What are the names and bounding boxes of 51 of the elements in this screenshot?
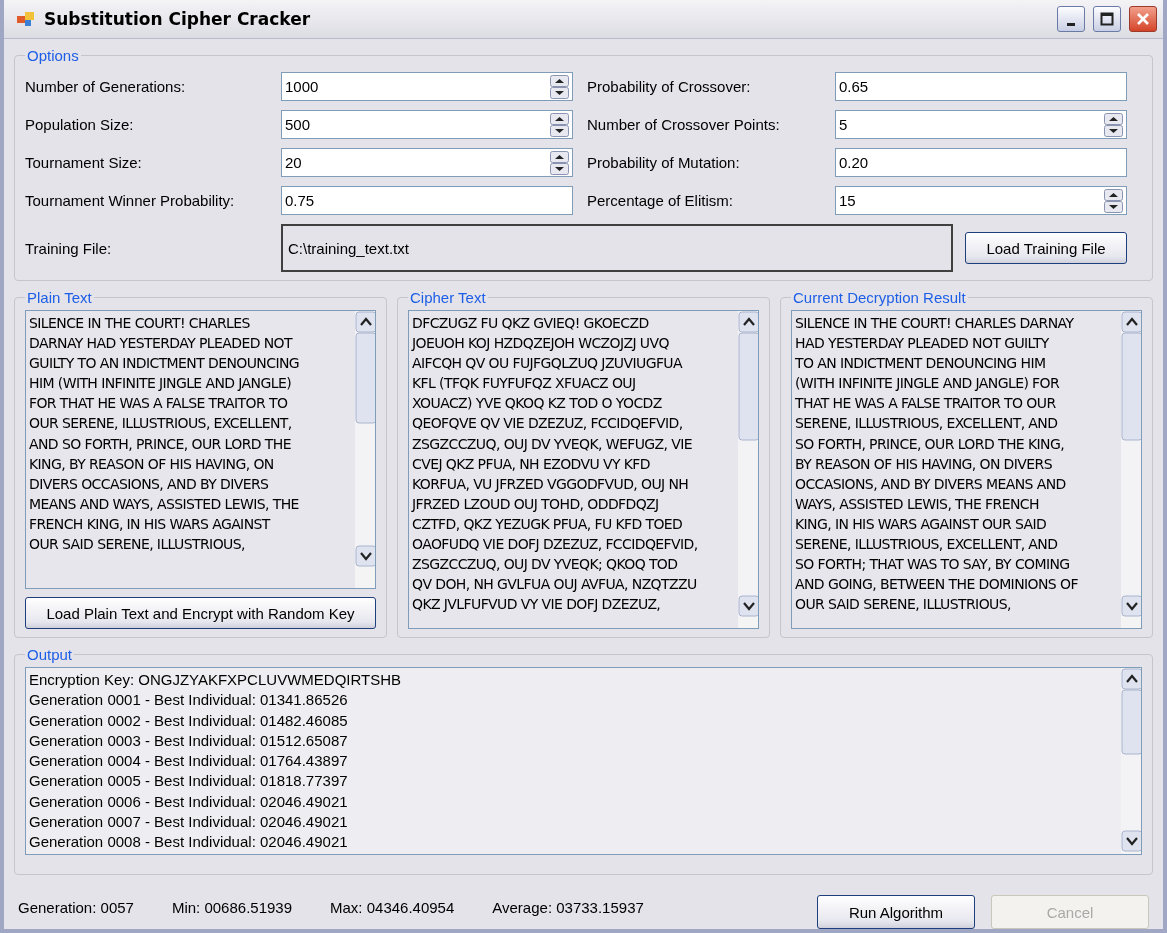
field-label: Probability of Mutation: <box>586 154 741 171</box>
close-button[interactable] <box>1129 6 1157 32</box>
spin-buttons-icon[interactable] <box>550 74 569 99</box>
field-label: Percentage of Elitism: <box>586 192 734 209</box>
spin-buttons-icon[interactable] <box>550 112 569 137</box>
status-text: Max: 04346.40954 <box>330 898 455 916</box>
maximize-button[interactable] <box>1093 6 1121 32</box>
text-content: SILENCE IN THE COURT! CHARLES DARNAY HAD YESTERDAY PLEADED NOT GUILTY TO AN INDICTMENT DENOUNCING HIM (WITH INFINITE JINGLE AND JANGLE) FOR THAT HE WAS A FALSE TRAITOR TO OUR SERENE, ILLUSTRIOUS, EXCELLENT, AND SO FORTH, PRINCE, OUR LORD THE KING, BY REASON OF HIS HAVING, ON DIVERS OCCASIONS, AND BY DIVERS MEANS AND WAYS, ASSISTED LEWIS, THE FRENCH KING, IN HIS WARS AGAINST OUR SAID SERENE, ILLUSTRIOUS, EXCELLENT, AND SO FORTH; THAT WAS TO SAY, BY COMING AND GOING, BETWEEN THE DOMINIONS OF OUR SAID SERENE, ILLUSTRIOUS, <box>794 314 1079 615</box>
group-title: Plain Text <box>26 289 93 306</box>
text-content: DFCZUGZ FU QKZ GVIEQ! GKOECZD JOEUOH KOJ HZDQZEJOH WCZOJZJ UVQ AIFCQH QV OU FUJFGQLZUQ JZUVIUGFUA KFL (TFQK FUYFUFQZ XFUACZ OUJ XOUACZ) YVE QKOQ KZ TOD O YOCDZ QEOFQVE QV VIE DZEZUZ, FCCIDQEFVID, ZSGZCCZUQ, OUJ DV YVEQK, WEFUGZ, VIE CVEJ QKZ PFUA, NH EZODVU VY KFD KORFUA, VU JFRZED VGGODFVUD, OUJ NH JFRZED LZOUD OUJ TOHD, ODDFDQZJ CZTFD, QKZ YEZUGK PFUA, FU KFD TOED OAOFUDQ VIE DOFJ DZEZUZ, FCCIDQEFVID, ZSGZCCZUQ, OUJ DV YVEQK; QKOQ TOD QV DOH, NH GVLFUA OUJ AVFUA, NZQTZZU QKZ JVLFUFVUD VY VIE DOFJ DZEZUZ, <box>410 314 699 615</box>
minimize-button[interactable] <box>1057 6 1085 32</box>
scrollbar[interactable] <box>355 311 375 567</box>
number-spinner-field[interactable]: 20 <box>281 148 573 177</box>
field-label: Population Size: <box>25 116 135 133</box>
field-label: Number of Generations: <box>25 78 187 95</box>
spin-buttons-icon[interactable] <box>1104 112 1123 137</box>
group-title: Cipher Text <box>409 289 487 306</box>
status-text: Generation: 0057 <box>18 898 134 916</box>
load-plain-text-button[interactable]: Load Plain Text and Encrypt with Random Key <box>25 597 376 629</box>
app-icon <box>16 10 36 28</box>
status-text: Min: 00686.51939 <box>171 898 293 916</box>
maximize-icon <box>1100 12 1114 26</box>
text-content: SILENCE IN THE COURT! CHARLES DARNAY HAD YESTERDAY PLEADED NOT GUILTY TO AN INDICTMENT DENOUNCING HIM (WITH INFINITE JINGLE AND JANGLE) FOR THAT HE WAS A FALSE TRAITOR TO OUR SERENE, ILLUSTRIOUS, EXCELLENT, AND SO FORTH, PRINCE, OUR LORD THE KING, BY REASON OF HIS HAVING, ON DIVERS OCCASIONS, AND BY DIVERS MEANS AND WAYS, ASSISTED LEWIS, THE FRENCH KING, IN HIS WARS AGAINST OUR SAID SERENE, ILLUSTRIOUS, <box>28 314 301 555</box>
number-spinner-field[interactable]: 5 <box>835 110 1127 139</box>
field-label: Number of Crossover Points: <box>586 116 781 133</box>
input-field[interactable]: 0.20 <box>835 148 1127 177</box>
scrollbar[interactable] <box>738 311 758 617</box>
log-text: Encryption Key: ONGJZYAKFXPCLUVWMEDQIRTSHB Generation 0001 - Best Individual: 01341.86526 Generation 0002 - Best Individual: 01482.46085 Generation 0003 - Best Individual: 01512.65087 Generation 0004 - Best Individual: 01764.43897 Generation 0005 - Best Individual: 01818.77397 Generation 0006 - Best Individual: 02046.49021 Generation 0007 - Best Individual: 02046.49021 Generation 0008 - Best Individual: 02046.49021 <box>28 670 403 853</box>
input-field[interactable]: 0.75 <box>281 186 573 215</box>
status-text: Average: 03733.15937 <box>492 898 644 916</box>
action-button[interactable]: Run Algorithm <box>817 895 975 929</box>
group-title: Options <box>26 47 80 64</box>
close-icon <box>1136 12 1150 26</box>
number-spinner-field[interactable]: 500 <box>281 110 573 139</box>
spin-buttons-icon[interactable] <box>550 150 569 175</box>
field-label: Training File: <box>25 239 113 257</box>
load-training-file-button[interactable]: Load Training File <box>965 232 1127 264</box>
number-spinner-field[interactable]: 1000 <box>281 72 573 101</box>
group-title: Current Decryption Result <box>792 289 967 306</box>
field-label: Tournament Size: <box>25 154 143 171</box>
spin-buttons-icon[interactable] <box>1104 188 1123 213</box>
minimize-icon <box>1067 22 1075 26</box>
file-path-field: C:\training_text.txt <box>281 224 953 272</box>
scrollbar[interactable] <box>1121 311 1141 617</box>
field-label: Probability of Crossover: <box>586 78 752 95</box>
field-label: Tournament Winner Probability: <box>25 192 236 209</box>
window-title: Substitution Cipher Cracker <box>44 9 312 29</box>
group-title: Output <box>26 646 74 663</box>
scrollbar[interactable] <box>1121 668 1141 852</box>
input-field[interactable]: 0.65 <box>835 72 1127 101</box>
number-spinner-field[interactable]: 15 <box>835 186 1127 215</box>
